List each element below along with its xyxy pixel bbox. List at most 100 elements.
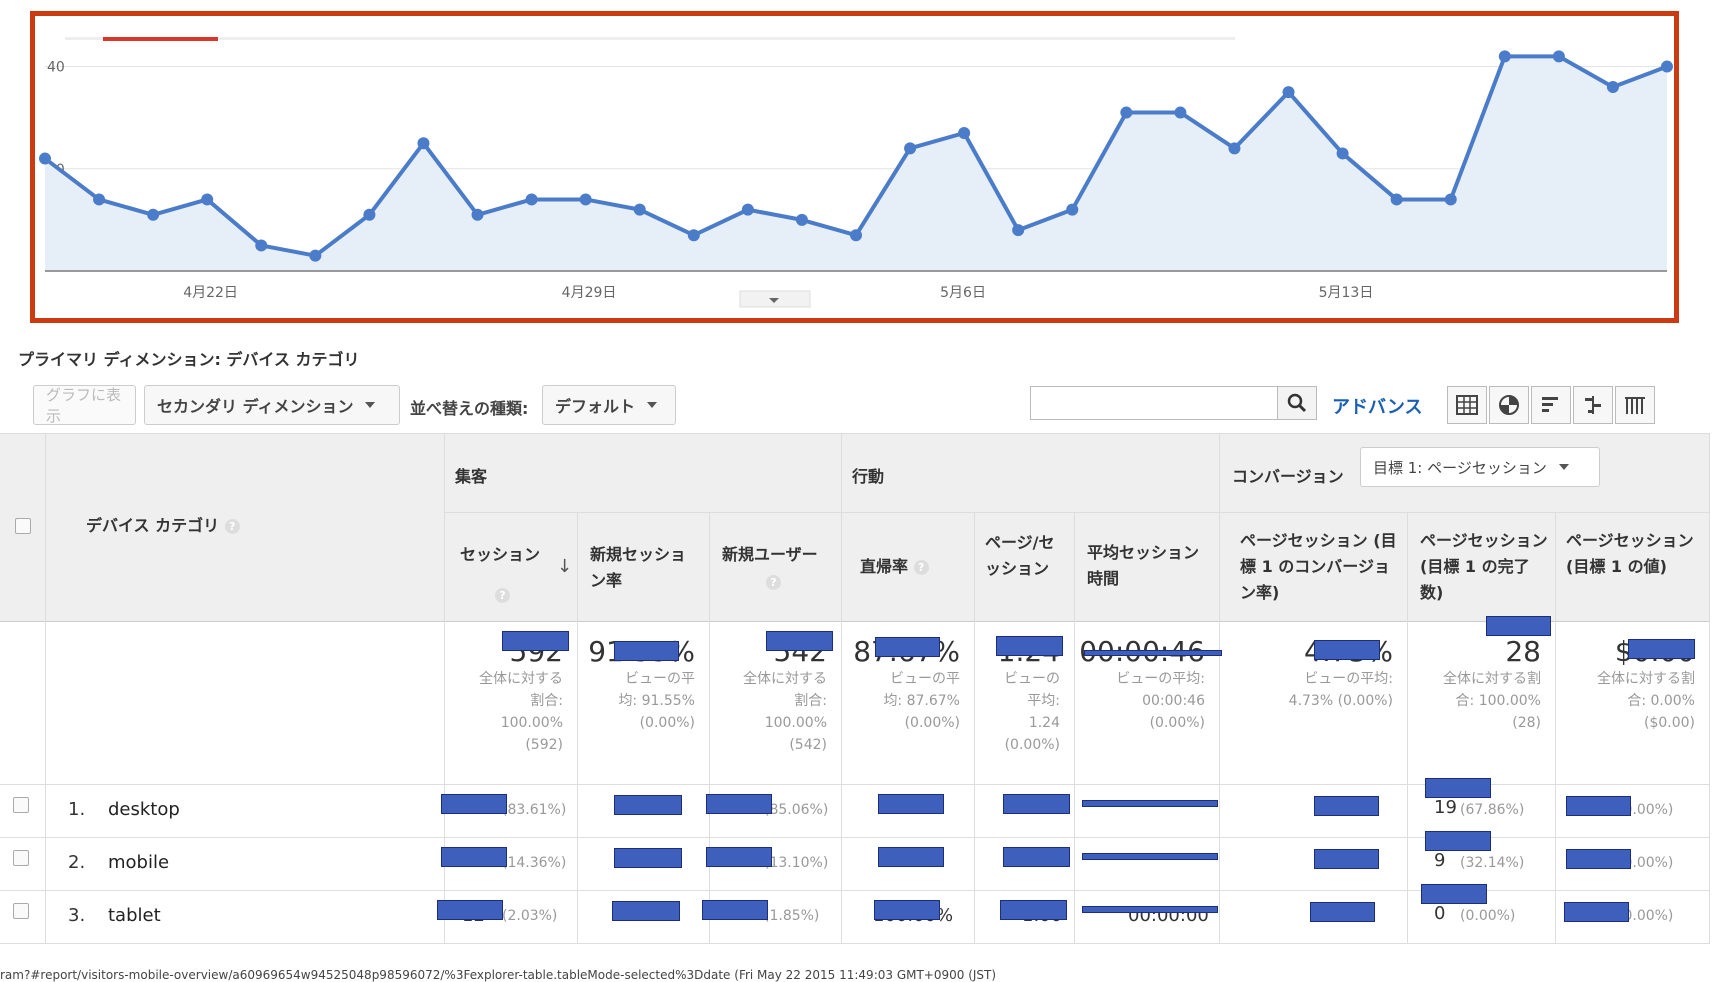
table-cell xyxy=(46,837,445,890)
view-table-button[interactable] xyxy=(1447,386,1487,424)
col-goal-completions[interactable]: ページセッション (目標 1 の完了数) xyxy=(1408,512,1556,621)
col-bounce-rate[interactable]: 直帰率 ? xyxy=(842,512,975,621)
search-icon xyxy=(1287,393,1307,413)
behavior-group-label: 行動 xyxy=(852,467,885,486)
view-pivot-button[interactable] xyxy=(1615,386,1655,424)
sort-type-label: 並べ替えの種類: xyxy=(410,399,529,418)
row-completions: 9 xyxy=(1434,850,1446,871)
data-point xyxy=(1228,142,1241,155)
col-new-users[interactable]: 新規ユーザー ? xyxy=(710,512,842,621)
acquisition-group-label: 集客 xyxy=(455,467,488,486)
redaction-mask xyxy=(1564,902,1629,922)
data-point xyxy=(795,213,808,226)
help-icon[interactable]: ? xyxy=(224,519,240,534)
row-device-link[interactable]: mobile xyxy=(108,852,169,873)
totals-value-sub-2: 合: 0.00% xyxy=(1627,693,1695,709)
view-pie-button[interactable] xyxy=(1489,386,1529,424)
row-new-users-pct: (13.10%) xyxy=(764,855,829,871)
col-pages-per-session[interactable]: ページ/セッション xyxy=(975,512,1075,621)
help-icon[interactable]: ? xyxy=(495,588,510,603)
data-point xyxy=(579,193,592,206)
sort-default-label: デフォルト xyxy=(555,397,636,416)
col-new-session-rate-label: 新規セッション率 xyxy=(590,545,687,590)
table-cell xyxy=(1075,784,1220,837)
row-checkbox[interactable] xyxy=(13,797,29,813)
row-device-link[interactable]: tablet xyxy=(108,905,161,926)
data-point xyxy=(1282,86,1295,99)
row-checkbox[interactable] xyxy=(13,850,29,866)
x-tick-label: 4月22日 xyxy=(183,285,238,301)
x-tick-label: 5月13日 xyxy=(1319,285,1374,301)
totals-new-users-sub-3: 100.00% xyxy=(764,715,827,731)
data-point xyxy=(741,203,754,216)
redaction-mask xyxy=(1425,831,1491,851)
help-icon[interactable]: ? xyxy=(913,560,929,575)
redaction-mask xyxy=(1003,794,1070,814)
redaction-mask xyxy=(1084,650,1222,656)
primary-dimension-label: プライマリ ディメンション: デバイス カテゴリ xyxy=(18,350,360,369)
redaction-mask xyxy=(614,641,679,661)
totals-sessions-sub-4: (592) xyxy=(525,737,563,753)
redaction-mask xyxy=(1314,849,1379,869)
row-completions: 0 xyxy=(1434,903,1446,924)
col-goal-conv-rate[interactable]: ページセッション (目標 1 のコンバージョン率) xyxy=(1220,512,1408,621)
view-bar-button[interactable] xyxy=(1531,386,1571,424)
sort-type-dropdown[interactable]: デフォルト xyxy=(542,385,676,425)
data-point xyxy=(201,193,214,206)
redaction-mask xyxy=(441,847,507,867)
advanced-filter-link[interactable]: アドバンス xyxy=(1332,393,1423,419)
show-graph-button[interactable]: グラフに表示 xyxy=(33,385,136,425)
redaction-mask xyxy=(1314,640,1380,660)
col-avg-duration[interactable]: 平均セッション時間 xyxy=(1075,512,1220,621)
row-completions-pct: (0.00%) xyxy=(1460,908,1516,924)
secondary-dimension-dropdown[interactable]: セカンダリ ディメンション xyxy=(144,385,400,425)
totals-sessions-sub-3: 100.00% xyxy=(500,715,563,731)
redaction-mask xyxy=(614,795,682,815)
totals-check-cell xyxy=(0,621,46,784)
totals-sessions-sub-1: 全体に対する xyxy=(479,671,563,687)
totals-duration-sub-2: 00:00:46 xyxy=(1142,693,1205,709)
data-point xyxy=(309,249,322,262)
goal-select-dropdown[interactable]: 目標 1: ページセッション xyxy=(1360,447,1600,487)
help-icon[interactable]: ? xyxy=(766,575,781,590)
totals-conv-rate-sub-1: ビューの平均: xyxy=(1304,671,1393,687)
data-point xyxy=(687,229,700,242)
totals-label-cell xyxy=(46,621,445,784)
pie-icon xyxy=(1499,395,1519,415)
col-goal-completions-label: ページセッション (目標 1 の完了数) xyxy=(1420,531,1548,602)
row-index: 2. xyxy=(68,852,86,873)
totals-value-sub-1: 全体に対する割 xyxy=(1597,671,1695,687)
data-point xyxy=(1552,50,1565,63)
comparison-icon xyxy=(1585,396,1601,414)
col-goal-value[interactable]: ページセッション (目標 1 の値) xyxy=(1556,512,1710,621)
totals-new-rate-sub-1: ビューの平 xyxy=(625,671,695,687)
col-goal-value-label: ページセッション (目標 1 の値) xyxy=(1566,531,1694,576)
device-category-header[interactable]: デバイス カテゴリ xyxy=(86,516,219,535)
redaction-mask xyxy=(502,631,569,651)
data-point xyxy=(1606,81,1619,93)
redaction-mask xyxy=(878,847,944,867)
redaction-mask xyxy=(1082,853,1218,860)
table-search-input[interactable] xyxy=(1030,386,1278,420)
data-point xyxy=(1444,193,1457,206)
totals-duration-sub-1: ビューの平均: xyxy=(1116,671,1205,687)
row-device-link[interactable]: desktop xyxy=(108,799,180,820)
row-checkbox[interactable] xyxy=(13,903,29,919)
col-sessions[interactable]: セッション ↓ ? xyxy=(445,512,578,621)
col-new-session-rate[interactable]: 新規セッション率 xyxy=(578,512,710,621)
redaction-mask xyxy=(1310,902,1375,922)
redaction-mask xyxy=(1425,778,1491,798)
totals-duration-sub-3: (0.00%) xyxy=(1149,715,1205,731)
sort-desc-arrow-icon: ↓ xyxy=(557,556,573,577)
search-button[interactable] xyxy=(1277,386,1317,420)
view-comparison-button[interactable] xyxy=(1573,386,1613,424)
totals-bounce-sub-1: ビューの平 xyxy=(890,671,960,687)
totals-sessions-sub-2: 割合: xyxy=(530,693,563,709)
data-point xyxy=(904,142,917,155)
redaction-mask xyxy=(1566,849,1631,869)
redaction-mask xyxy=(878,794,944,814)
row-completions-pct: (32.14%) xyxy=(1460,855,1525,871)
data-point xyxy=(1120,106,1133,119)
select-all-checkbox[interactable] xyxy=(15,518,31,534)
data-point xyxy=(147,208,160,221)
